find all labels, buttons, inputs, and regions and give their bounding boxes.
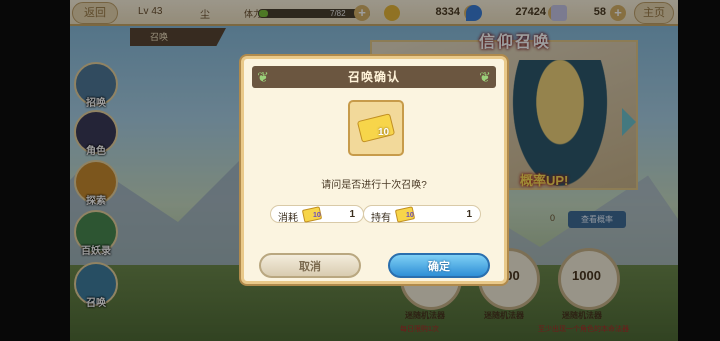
dialog-header: ❦ 召唤确认 ❦ — [252, 66, 496, 88]
ticket-icon-number: 10 — [313, 212, 321, 219]
owned-label: 持有 — [371, 213, 391, 224]
cost-pill: 消耗 10 1 — [270, 205, 364, 224]
cost-value: 1 — [349, 209, 355, 220]
summon-confirm-dialog: ❦ 召唤确认 ❦ 10 请问是否进行十次召唤? 消耗 10 1 持有 10 1 … — [241, 56, 507, 284]
confirm-question: 请问是否进行十次召唤? — [321, 180, 427, 191]
confirm-button[interactable]: 确定 — [388, 253, 490, 278]
ticket-icon — [356, 113, 396, 143]
owned-pill: 持有 10 1 — [363, 205, 481, 224]
leaf-ornament-icon: ❦ — [479, 69, 491, 85]
dialog-title: 召唤确认 — [347, 70, 400, 84]
summon-ticket-item: 10 — [348, 100, 404, 156]
cost-label: 消耗 — [278, 213, 298, 224]
ticket-icon-number: 10 — [406, 212, 414, 219]
cancel-button[interactable]: 取消 — [259, 253, 361, 278]
ticket-count: 10 — [378, 127, 390, 138]
owned-value: 1 — [466, 209, 472, 220]
